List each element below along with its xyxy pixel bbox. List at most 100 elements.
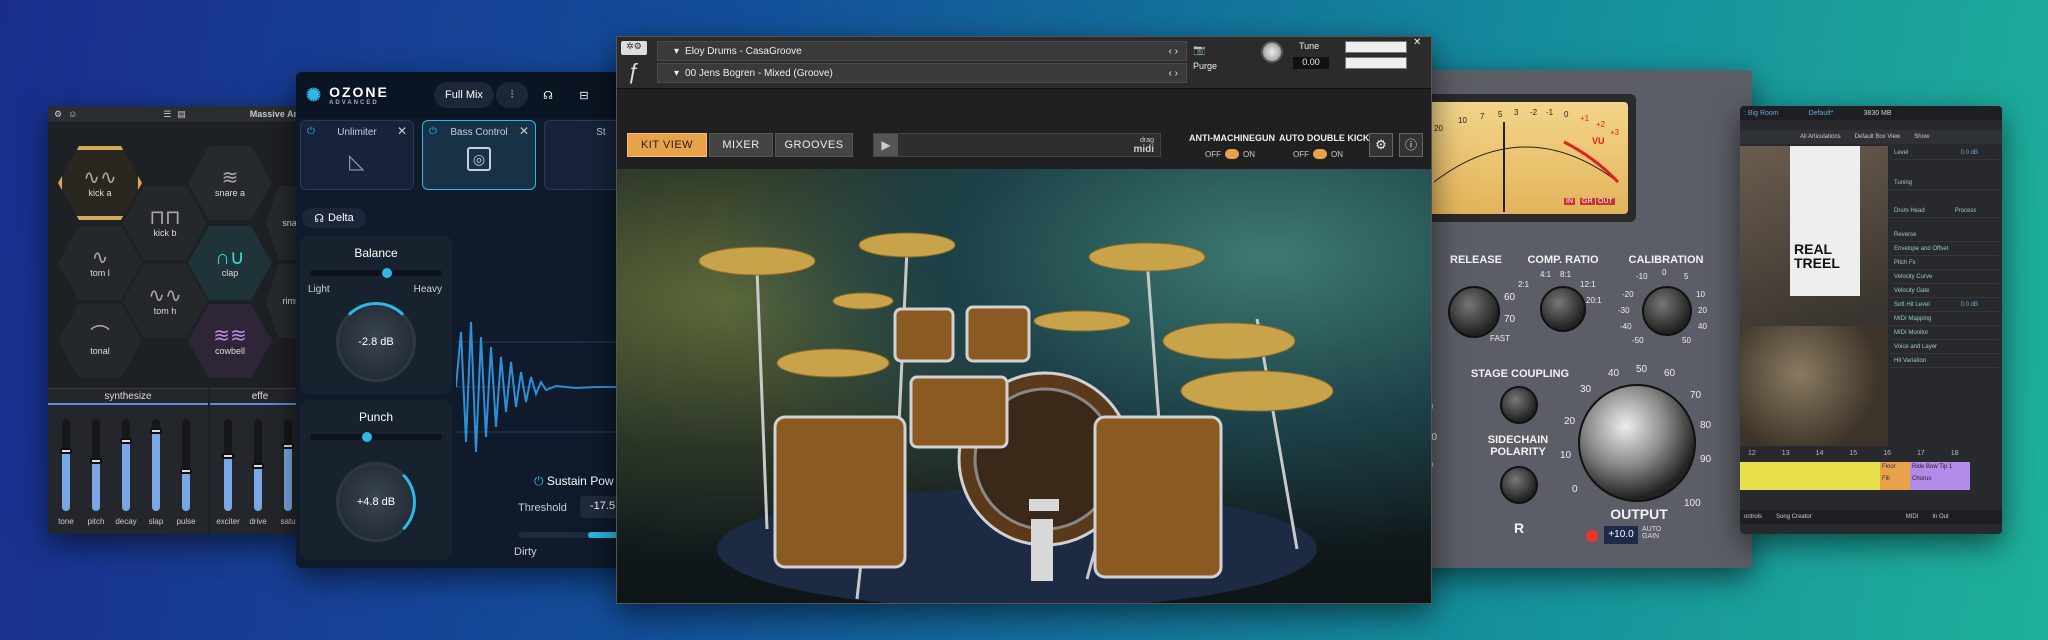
tone-slider[interactable] [60,419,72,511]
gear-icon[interactable]: ⚙ [1369,133,1393,157]
pedal-board [1031,519,1053,581]
clip-main[interactable] [1740,462,1880,490]
param-envelope[interactable]: Envelope and Offset [1890,242,1998,256]
pitch-slider[interactable] [90,419,102,511]
info-icon[interactable]: ⓘ [1399,133,1423,157]
settings-icon[interactable]: ✲⚙ [621,41,647,55]
daw-preset[interactable]: Default* [1809,110,1834,117]
comp-ratio-knob[interactable] [1540,286,1586,332]
close-icon[interactable]: ✕ [397,124,407,138]
param-level[interactable]: Level 0.0 dB [1890,146,1998,160]
full-mix-button[interactable]: Full Mix [434,82,494,108]
nav-arrows-icon: ‹ › [1168,67,1178,79]
saturation-slider[interactable] [282,419,294,511]
clip-ride[interactable]: Ride Bow Tip 1 Chorus [1910,462,1970,490]
clip-floor[interactable]: Floor Fill [1880,462,1910,490]
punch-slider[interactable] [310,432,442,442]
sidechain-label: SIDECHAIN POLARITY [1487,434,1549,458]
decay-slider[interactable] [120,419,132,511]
kontakt-header: ✲⚙ ƒ ▾ Eloy Drums - CasaGroove ‹ › ▾ 00 Jen… [617,37,1431,89]
pad-kick-b[interactable]: ⊓⊓ kick b [123,186,207,260]
pulse-slider[interactable] [180,419,192,511]
gear-icon[interactable]: ⚙ [54,109,62,120]
drive-slider[interactable] [252,419,264,511]
param-tuning[interactable]: Tuning [1890,176,1998,190]
groove-strip[interactable]: ▶ drag midi [873,133,1161,157]
tune-value[interactable]: 0.00 [1293,57,1329,69]
exciter-slider[interactable] [222,419,234,511]
param-pitch-fx[interactable]: Pitch Fx [1890,256,1998,270]
ear-button[interactable]: ☊ [532,82,564,108]
waveform-icon: ⌒ [90,325,110,347]
tom-1 [893,307,955,363]
pad-tonal[interactable]: ⌒ tonal [58,304,142,378]
meter-mode-out[interactable]: OUT [1596,198,1615,205]
pad-cowbell[interactable]: ≋≋ cowbell [188,304,272,378]
smile-icon[interactable]: ☺ [68,109,77,119]
drum-button[interactable]: ⊟ [568,82,600,108]
auto-gain-led[interactable] [1586,530,1598,542]
tab-mixer[interactable]: MIXER [709,133,773,157]
chevron-down-icon[interactable]: ▾ [674,46,679,57]
close-icon[interactable]: ✕ [1413,37,1421,48]
play-icon[interactable]: ▶ [874,134,898,156]
drag-midi-icon[interactable]: drag midi [1133,136,1154,155]
meter-mode-gr[interactable]: GR [1580,198,1595,205]
close-icon[interactable]: ✕ [519,124,529,138]
module-bass-control[interactable]: Bass Control ⏻ ✕ ◎ [422,120,536,190]
param-midi-monitor[interactable]: MIDI Monitor [1890,326,1998,340]
kick-pedal [1029,499,1059,511]
pad-clap[interactable]: ∩∪ clap [188,226,272,300]
purge-button[interactable]: Purge [1193,61,1217,71]
camera-icon[interactable]: 📷 [1193,45,1205,56]
punch-dial[interactable]: +4.8 dB [336,462,416,542]
release-knob[interactable] [1448,286,1500,338]
param-voice-layer[interactable]: Voice and Layer [1890,340,1998,354]
dirty-slider[interactable] [518,532,618,538]
param-reverse[interactable]: Reverse [1890,228,1998,242]
param-velocity-gate[interactable]: Velocity Gate [1890,284,1998,298]
param-velocity-curve[interactable]: Velocity Curve [1890,270,1998,284]
save-icon[interactable]: ▤ [177,109,186,120]
module-unlimiter[interactable]: Unlimiter ⏻ ✕ ◺ [300,120,414,190]
pad-tom-h[interactable]: ∿∿ tom h [123,264,207,338]
param-drum-head[interactable]: Drum Head Process [1890,204,1998,218]
calibration-knob[interactable] [1642,286,1692,336]
chevron-down-icon[interactable]: ▾ [674,68,679,79]
speaker-icon: ◎ [467,147,491,171]
power-icon[interactable]: ⏻ [534,474,547,488]
preset-name[interactable]: ▾ 00 Jens Bogren - Mixed (Groove) ‹ › [657,63,1187,83]
daw-memory: 3830 MB [1863,109,1892,117]
auto-double-kick-toggle[interactable]: OFF ON [1293,149,1343,159]
power-icon[interactable]: ⏻ [429,126,437,137]
anti-machinegun-toggle[interactable]: OFF ON [1205,149,1255,159]
param-hit-variation[interactable]: Hit Variation [1890,354,1998,368]
pad-kick-a[interactable]: ∿∿ kick a [58,146,142,220]
kontakt-toolbar: KIT VIEW MIXER GROOVES ▶ drag midi ANTI-M… [617,89,1431,169]
pad-tom-l[interactable]: ∿ tom l [58,226,142,300]
tab-show[interactable]: Show [1914,134,1929,140]
meter-mode-in[interactable]: IN [1564,198,1575,205]
tab-grooves[interactable]: GROOVES [775,133,853,157]
power-icon[interactable]: ⏻ [307,126,315,137]
tab-default-box-view[interactable]: Default Box View [1855,134,1901,140]
r-label: R [1513,520,1525,536]
param-midi-mapping[interactable]: MIDI Mapping [1890,312,1998,326]
balance-slider[interactable] [310,268,442,278]
stage-coupling-knob[interactable] [1500,386,1538,424]
tab-kit-view[interactable]: KIT VIEW [627,133,707,157]
waveform-mode-button[interactable]: ⫶ [496,82,528,108]
output-knob[interactable] [1578,384,1696,502]
pad-snare-a[interactable]: ≋ snare a [188,146,272,220]
tune-knob[interactable] [1261,41,1283,63]
slap-slider[interactable] [150,419,162,511]
snare [909,375,1009,449]
tab-all-articulations[interactable]: All Articulations [1800,134,1841,140]
menu-icon[interactable]: ☰ [163,109,171,120]
anti-machinegun-label: ANTI-MACHINEGUN [1189,133,1275,143]
param-soft-hit[interactable]: Soft Hit Level 0.0 dB [1890,298,1998,312]
delta-button[interactable]: ☊ Delta [302,208,366,228]
instrument-name[interactable]: ▾ Eloy Drums - CasaGroove ‹ › [657,41,1187,61]
sidechain-knob[interactable] [1500,466,1538,504]
balance-dial[interactable]: -2.8 dB [336,302,416,382]
